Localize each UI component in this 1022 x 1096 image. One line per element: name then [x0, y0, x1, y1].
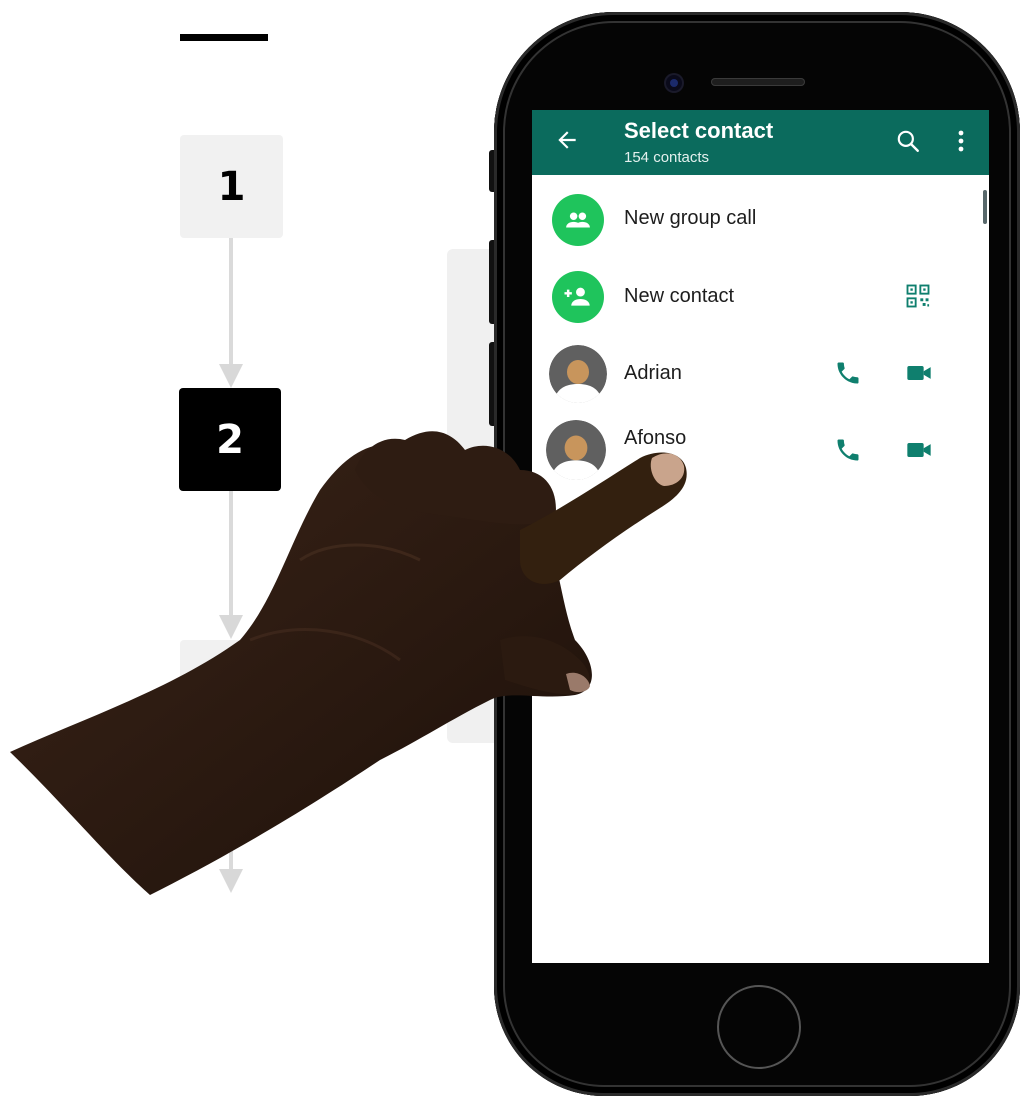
- more-vert-icon[interactable]: [956, 128, 966, 154]
- arrow-down-icon: [219, 615, 243, 639]
- contact-name: Adrian: [624, 362, 682, 384]
- search-icon[interactable]: [895, 128, 921, 154]
- new-contact-label: New contact: [624, 285, 735, 307]
- voice-call-icon[interactable]: [834, 436, 862, 464]
- step-3-number: 3: [217, 668, 246, 715]
- step-connector-1: [229, 238, 233, 366]
- earpiece-speaker: [711, 78, 805, 86]
- back-arrow-icon[interactable]: [554, 127, 580, 153]
- new-contact-row[interactable]: New contact: [532, 258, 989, 334]
- contact-count: 154 contacts: [624, 149, 710, 166]
- arrow-down-icon: [219, 364, 243, 388]
- step-2-box: 2: [179, 388, 281, 491]
- new-group-call-label: New group call: [624, 207, 757, 229]
- app-bar: Select contact 154 contacts: [532, 110, 989, 175]
- page-title: Select contact: [624, 118, 774, 143]
- group-icon: [552, 194, 604, 246]
- step-3-box: 3: [180, 640, 283, 743]
- video-call-icon[interactable]: [905, 359, 933, 387]
- step-1-number: 1: [217, 163, 246, 210]
- new-group-call-row[interactable]: New group call: [532, 182, 989, 258]
- add-person-icon: [552, 271, 604, 323]
- home-button[interactable]: [717, 985, 801, 1069]
- step-2-number: 2: [216, 416, 244, 463]
- contact-row-afonso[interactable]: Afonso: [532, 412, 989, 488]
- voice-call-icon[interactable]: [834, 359, 862, 387]
- front-camera-icon: [666, 75, 682, 91]
- avatar: [546, 420, 606, 480]
- qr-code-icon[interactable]: [904, 282, 932, 310]
- video-call-icon[interactable]: [905, 436, 933, 464]
- header-underline: [180, 34, 268, 41]
- contact-name: Afonso: [624, 427, 687, 449]
- step-connector-3: [229, 743, 233, 871]
- contact-row-adrian[interactable]: Adrian: [532, 335, 989, 411]
- step-connector-2: [229, 491, 233, 617]
- arrow-down-icon: [219, 869, 243, 893]
- phone-screen: Select contact 154 contacts New group ca…: [532, 110, 989, 963]
- step-1-box: 1: [180, 135, 283, 238]
- avatar: [549, 345, 607, 403]
